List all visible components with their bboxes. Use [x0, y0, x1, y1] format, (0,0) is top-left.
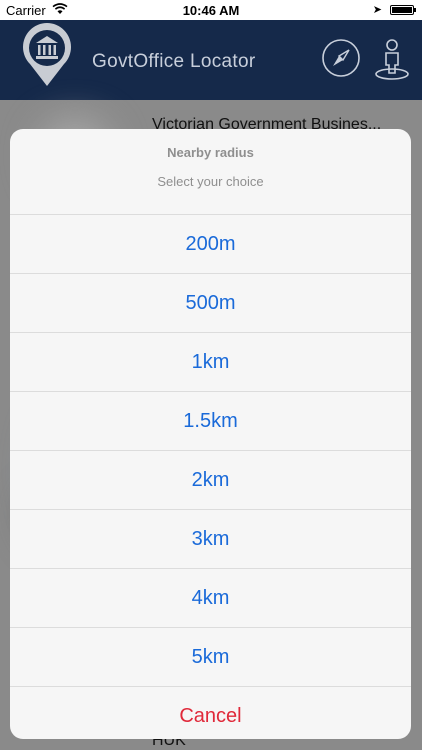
location-arrow-icon: ➤	[372, 4, 382, 16]
radius-option-200m[interactable]: 200m	[10, 215, 411, 274]
profile-button[interactable]	[372, 38, 412, 80]
radius-option-2km[interactable]: 2km	[10, 451, 411, 510]
status-bar: Carrier 10:46 AM ➤	[0, 0, 422, 20]
app-header: GovtOffice Locator	[0, 20, 422, 100]
action-sheet-message: Select your choice	[157, 174, 264, 189]
action-sheet-title: Nearby radius	[167, 145, 254, 160]
compass-icon	[322, 39, 360, 77]
radius-option-4km[interactable]: 4km	[10, 569, 411, 628]
app-title: GovtOffice Locator	[92, 51, 256, 72]
clock: 10:46 AM	[182, 3, 240, 18]
cancel-button[interactable]: Cancel	[10, 687, 411, 739]
govt-building-logo-icon[interactable]	[22, 22, 72, 88]
radius-action-sheet: Nearby radius Select your choice 200m 50…	[10, 129, 411, 739]
radius-option-3km[interactable]: 3km	[10, 510, 411, 569]
battery-icon	[390, 5, 416, 15]
radius-option-500m[interactable]: 500m	[10, 274, 411, 333]
person-marker-icon	[375, 39, 409, 80]
radius-option-1km[interactable]: 1km	[10, 333, 411, 392]
action-sheet-header: Nearby radius Select your choice	[10, 129, 411, 215]
radius-option-1-5km[interactable]: 1.5km	[10, 392, 411, 451]
radius-option-5km[interactable]: 5km	[10, 628, 411, 687]
compass-button[interactable]	[321, 38, 361, 78]
